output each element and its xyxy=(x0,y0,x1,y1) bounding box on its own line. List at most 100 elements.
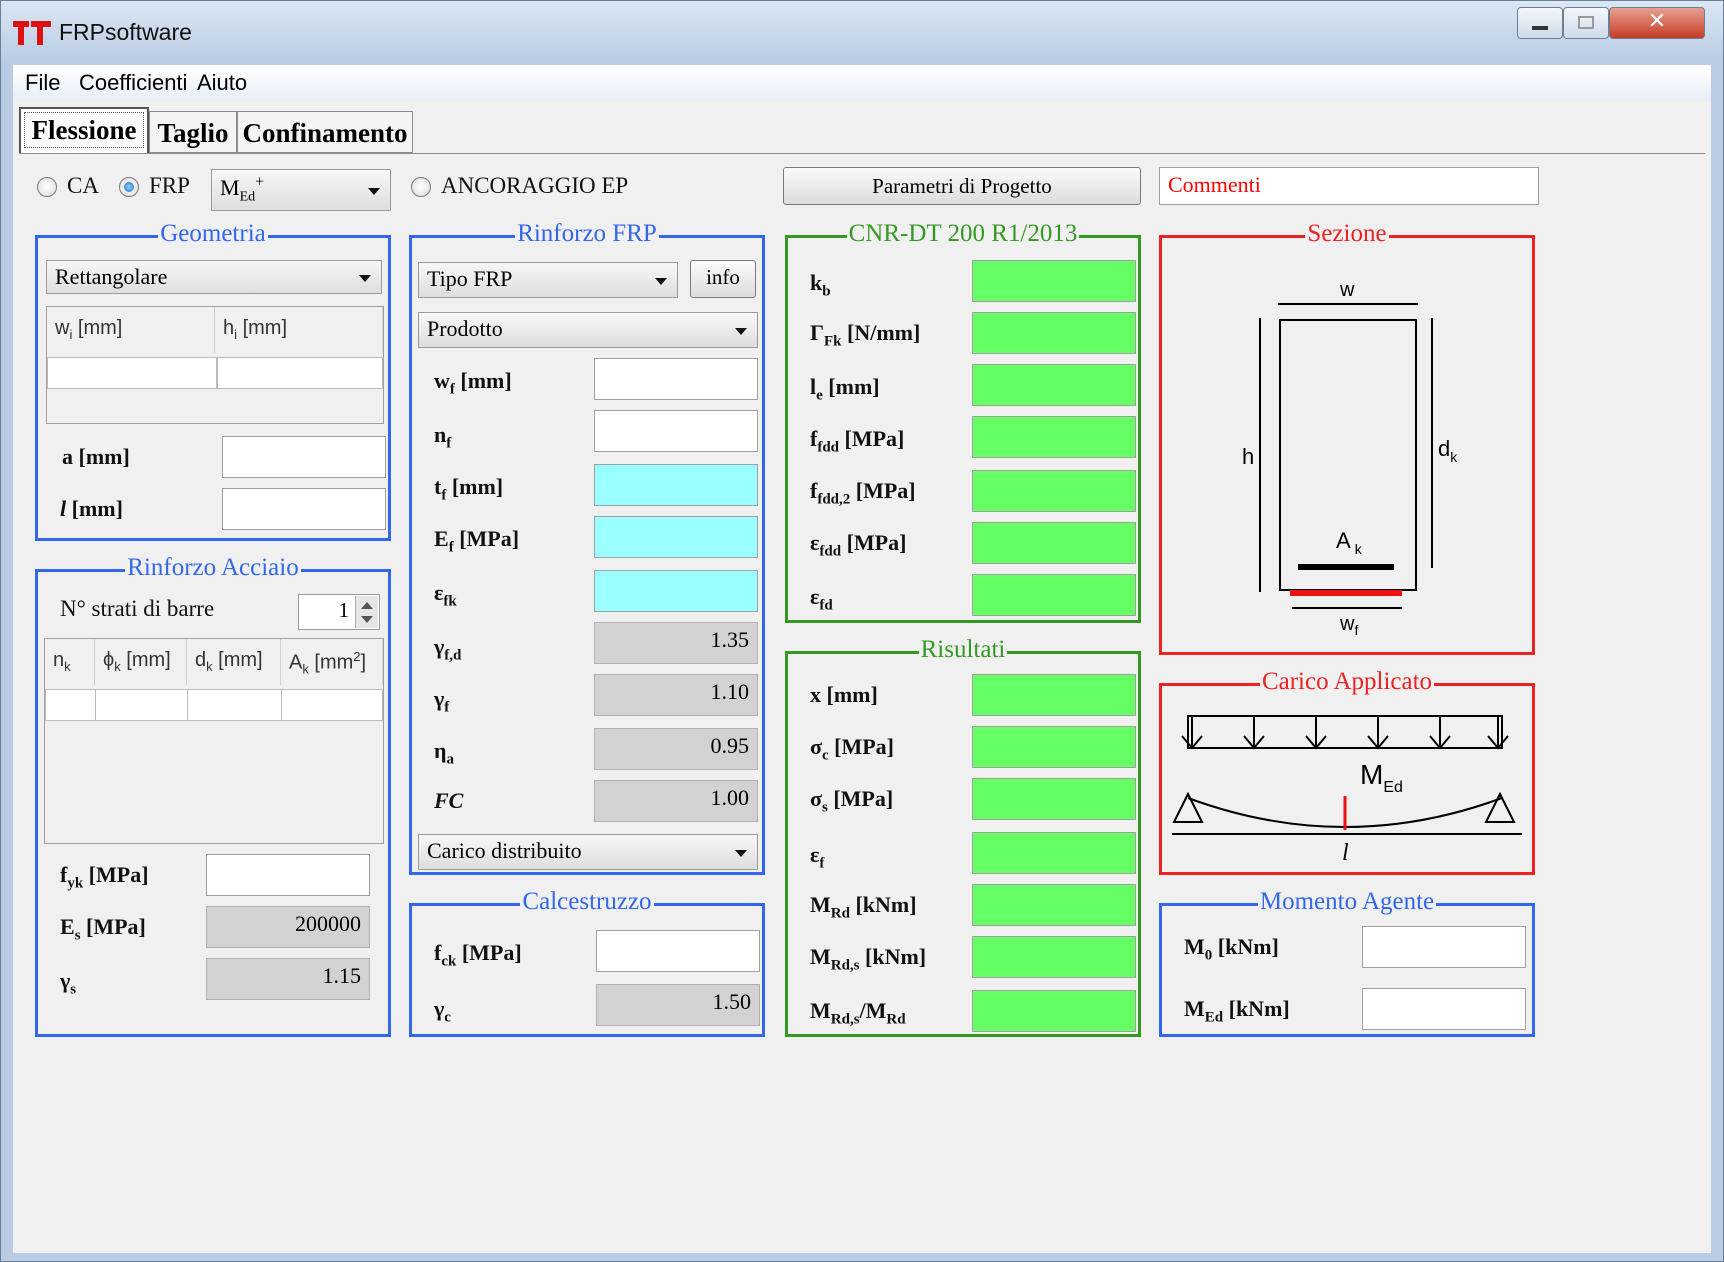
ratio-output xyxy=(972,990,1136,1032)
table-cell[interactable] xyxy=(187,689,282,721)
col-header-wi: wi [mm] xyxy=(47,307,215,353)
wf-input[interactable] xyxy=(594,358,758,400)
moment-select[interactable]: MEd+ xyxy=(211,169,391,211)
frp-type-value: Tipo FRP xyxy=(427,266,513,291)
parametri-progetto-button[interactable]: Parametri di Progetto xyxy=(783,167,1141,205)
radio-ancoraggio[interactable] xyxy=(411,177,431,197)
gamma-fk-output xyxy=(972,312,1136,354)
shape-select[interactable]: Rettangolare xyxy=(46,260,382,294)
rinforzo-frp-title: Rinforzo FRP xyxy=(515,220,659,247)
fc-value: 1.00 xyxy=(594,780,758,822)
stepper-arrows-icon[interactable] xyxy=(355,596,378,628)
x-output xyxy=(972,674,1136,716)
nf-input[interactable] xyxy=(594,410,758,452)
gamma-s-label: γs xyxy=(60,968,77,998)
rinforzo-acciaio-group: Rinforzo Acciaio N° strati di barre 1 nk… xyxy=(35,554,391,1037)
col-header-nk: nk xyxy=(45,639,95,685)
client-area: Flessione Taglio Confinamento CA FRP MEd… xyxy=(13,101,1711,1253)
app-window: FRPsoftware ✕ File Coefficienti Aiuto Fl… xyxy=(0,0,1724,1262)
gamma-c-value: 1.50 xyxy=(596,984,760,1026)
calcestruzzo-group: Calcestruzzo fck [MPa] γc 1.50 xyxy=(409,888,765,1037)
eps-f-output xyxy=(972,832,1136,874)
col-header-hi: hi [mm] xyxy=(215,307,383,353)
chevron-down-icon xyxy=(359,275,371,282)
efk-input[interactable] xyxy=(594,570,758,612)
tf-input[interactable] xyxy=(594,464,758,506)
med-diagram-label: MEd xyxy=(1360,759,1403,796)
l-input[interactable] xyxy=(222,488,386,530)
ffdd2-output xyxy=(972,470,1136,512)
table-cell[interactable] xyxy=(217,357,383,389)
radio-frp[interactable] xyxy=(119,177,139,197)
med-input[interactable] xyxy=(1362,988,1526,1030)
tab-flessione[interactable]: Flessione xyxy=(19,107,149,153)
load-arrow-icon xyxy=(1243,716,1265,750)
menu-bar: File Coefficienti Aiuto xyxy=(13,65,1711,102)
moment-select-value: MEd+ xyxy=(220,174,265,205)
gamma-s-value: 1.15 xyxy=(206,958,370,1000)
table-cell[interactable] xyxy=(281,689,383,721)
chevron-down-icon xyxy=(655,278,667,285)
gamma-fd-label: γf,d xyxy=(434,634,462,664)
geometria-group: Geometria Rettangolare wi [mm] hi [mm] a… xyxy=(35,220,391,541)
kb-label: kb xyxy=(810,270,831,300)
layers-label: N° strati di barre xyxy=(60,596,215,621)
menu-file[interactable]: File xyxy=(25,70,60,96)
load-type-select[interactable]: Carico distribuito xyxy=(418,834,758,870)
mrds-output xyxy=(972,936,1136,978)
product-select[interactable]: Prodotto xyxy=(418,312,758,348)
radio-frp-label: FRP xyxy=(149,173,190,198)
close-icon: ✕ xyxy=(1647,9,1667,34)
load-arrow-icon xyxy=(1305,716,1327,750)
rebar-table: nk ϕk [mm] dk [mm] Ak [mm2] xyxy=(44,638,384,844)
eta-a-label: ηa xyxy=(434,738,454,768)
layers-stepper[interactable]: 1 xyxy=(298,594,380,630)
chevron-down-icon xyxy=(735,328,747,335)
radio-ca[interactable] xyxy=(37,177,57,197)
minimize-button[interactable] xyxy=(1517,7,1563,39)
shape-select-value: Rettangolare xyxy=(55,264,168,289)
nf-label: nf xyxy=(434,422,452,452)
table-cell[interactable] xyxy=(47,357,217,389)
a-input[interactable] xyxy=(222,436,386,478)
rinforzo-frp-group: Rinforzo FRP Tipo FRP info Prodotto wf [… xyxy=(409,220,765,875)
fc-label: FC xyxy=(434,788,464,813)
frp-type-select[interactable]: Tipo FRP xyxy=(418,262,678,298)
efdd-output xyxy=(972,522,1136,564)
info-button[interactable]: info xyxy=(690,260,756,298)
ffdd2-label: ffdd,2 [MPa] xyxy=(810,478,916,508)
title-bar: FRPsoftware ✕ xyxy=(1,1,1723,61)
efdd-label: εfdd [MPa] xyxy=(810,530,907,560)
radio-ca-label: CA xyxy=(67,173,99,198)
momento-agente-group: Momento Agente M0 [kNm] MEd [kNm] xyxy=(1159,888,1535,1037)
load-type-value: Carico distribuito xyxy=(427,838,582,863)
product-value: Prodotto xyxy=(427,316,503,341)
tab-taglio[interactable]: Taglio xyxy=(149,111,237,153)
mrd-output xyxy=(972,884,1136,926)
ffdd-label: ffdd [MPa] xyxy=(810,426,905,456)
sigma-c-output xyxy=(972,726,1136,768)
carico-applicato-group: Carico Applicato MEd l xyxy=(1159,668,1535,875)
section-diagram: w h dk Ak wf xyxy=(1242,279,1458,638)
menu-aiuto[interactable]: Aiuto xyxy=(197,70,247,96)
close-button[interactable]: ✕ xyxy=(1609,7,1705,39)
h-label: h xyxy=(1242,444,1254,469)
load-diagram: MEd l xyxy=(1172,715,1522,866)
es-label: Es [MPa] xyxy=(60,914,146,944)
comments-input[interactable]: Commenti xyxy=(1159,167,1539,205)
fyk-input[interactable] xyxy=(206,854,370,896)
fck-input[interactable] xyxy=(596,930,760,972)
table-cell[interactable] xyxy=(45,689,96,721)
tab-confinamento[interactable]: Confinamento xyxy=(237,111,413,153)
le-output xyxy=(972,364,1136,406)
a-label: a [mm] xyxy=(62,444,130,469)
menu-coefficienti[interactable]: Coefficienti xyxy=(79,70,187,96)
maximize-button[interactable] xyxy=(1563,7,1609,39)
m0-input[interactable] xyxy=(1362,926,1526,968)
tf-label: tf [mm] xyxy=(434,474,504,504)
sigma-s-label: σs [MPa] xyxy=(810,786,894,816)
m0-label: M0 [kNm] xyxy=(1184,934,1279,964)
table-cell[interactable] xyxy=(95,689,188,721)
radio-ancoraggio-label: ANCORAGGIO EP xyxy=(441,173,629,198)
ef-input[interactable] xyxy=(594,516,758,558)
